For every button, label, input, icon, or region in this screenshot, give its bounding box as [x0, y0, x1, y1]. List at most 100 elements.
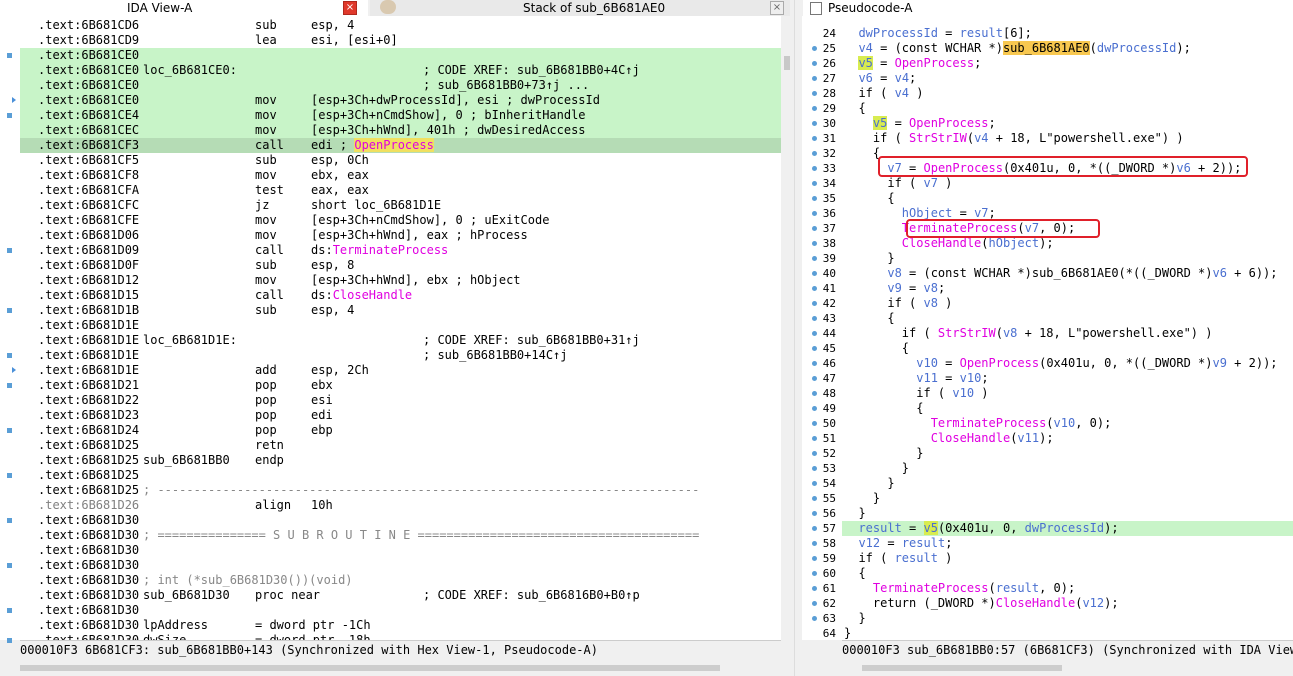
pseudocode-line[interactable]: if ( v4 )	[842, 86, 1293, 101]
pseudocode-line[interactable]: if ( StrStrIW(v4 + 18, L"powershell.exe"…	[842, 131, 1293, 146]
breakpoint-marker[interactable]	[812, 571, 817, 576]
close-icon[interactable]: ×	[770, 1, 784, 15]
breakpoint-marker[interactable]	[812, 316, 817, 321]
ida-row[interactable]: .text:6B681CE0 ; sub_6B681BB0+73↑j ...	[20, 78, 781, 93]
pseudocode-line[interactable]: {	[842, 101, 1293, 116]
ida-row[interactable]: .text:6B681D30	[20, 513, 781, 528]
pseudocode-line[interactable]: CloseHandle(hObject);	[842, 236, 1293, 251]
ida-row[interactable]: .text:6B681D21 pop ebx	[20, 378, 781, 393]
tab-ida-view[interactable]: IDA View-A ×	[0, 0, 368, 17]
pseudocode-view[interactable]: dwProcessId = result[6]; v4 = (const WCH…	[842, 16, 1293, 640]
pseudocode-line[interactable]: {	[842, 191, 1293, 206]
api-name[interactable]: CloseHandle	[333, 288, 412, 302]
scrollbar-thumb[interactable]	[862, 665, 1062, 671]
pseudocode-line[interactable]: v9 = v8;	[842, 281, 1293, 296]
pseudocode-line[interactable]: if ( StrStrIW(v8 + 18, L"powershell.exe"…	[842, 326, 1293, 341]
pseudocode-line[interactable]: {	[842, 341, 1293, 356]
pseudocode-line[interactable]: if ( result )	[842, 551, 1293, 566]
pseudocode-line[interactable]: dwProcessId = result[6];	[842, 26, 1293, 41]
ida-row[interactable]: .text:6B681D25	[20, 468, 781, 483]
ida-row[interactable]: .text:6B681CFA test eax, eax	[20, 183, 781, 198]
breakpoint-marker[interactable]	[812, 121, 817, 126]
ida-row[interactable]: .text:6B681D15 call ds:CloseHandle	[20, 288, 781, 303]
breakpoint-marker[interactable]	[812, 106, 817, 111]
breakpoint-marker[interactable]	[812, 271, 817, 276]
breakpoint-marker[interactable]	[812, 601, 817, 606]
ida-row[interactable]: .text:6B681D1E	[20, 318, 781, 333]
ida-disassembly-view[interactable]: .text:6B681CD6 sub esp, 4 .text:6B681CD9 lea…	[20, 16, 781, 640]
pseudocode-line[interactable]: result = v5(0x401u, 0, dwProcessId);	[842, 521, 1293, 536]
breakpoint-marker[interactable]	[812, 421, 817, 426]
breakpoint-marker[interactable]	[812, 166, 817, 171]
ida-row[interactable]: .text:6B681D30	[20, 603, 781, 618]
api-name[interactable]: TerminateProcess	[333, 243, 449, 257]
ida-row[interactable]: .text:6B681D25 sub_6B681BB0 endp	[20, 453, 781, 468]
ida-row[interactable]: .text:6B681D0F sub esp, 8	[20, 258, 781, 273]
tab-stack[interactable]: Stack of sub_6B681AE0 ×	[370, 0, 790, 17]
breakpoint-marker[interactable]	[7, 248, 12, 253]
ida-row[interactable]: .text:6B681CF3 call edi ; OpenProcess	[20, 138, 781, 153]
ida-horizontal-scrollbar[interactable]	[20, 660, 781, 676]
ida-row[interactable]: .text:6B681D30	[20, 558, 781, 573]
breakpoint-marker[interactable]	[812, 301, 817, 306]
breakpoint-marker[interactable]	[812, 331, 817, 336]
pseudocode-line[interactable]: v10 = OpenProcess(0x401u, 0, *((_DWORD *…	[842, 356, 1293, 371]
breakpoint-marker[interactable]	[812, 76, 817, 81]
breakpoint-marker[interactable]	[812, 151, 817, 156]
breakpoint-marker[interactable]	[812, 466, 817, 471]
close-icon[interactable]: ×	[343, 1, 357, 15]
ida-row[interactable]: .text:6B681D1E ; sub_6B681BB0+14C↑j	[20, 348, 781, 363]
ida-row[interactable]: .text:6B681D25 retn	[20, 438, 781, 453]
ida-row[interactable]: .text:6B681CEC mov [esp+3Ch+hWnd], 401h ; …	[20, 123, 781, 138]
breakpoint-marker[interactable]	[812, 406, 817, 411]
breakpoint-marker[interactable]	[7, 353, 12, 358]
pseudocode-line[interactable]: }	[842, 626, 1293, 640]
ida-row[interactable]: .text:6B681D30; int (*sub_6B681D30())(vo…	[20, 573, 781, 588]
ida-row[interactable]: .text:6B681CF8 mov ebx, eax	[20, 168, 781, 183]
breakpoint-marker[interactable]	[7, 113, 12, 118]
pseudocode-line[interactable]: {	[842, 311, 1293, 326]
ida-row[interactable]: .text:6B681CFC jz short loc_6B681D1E	[20, 198, 781, 213]
ida-row[interactable]: .text:6B681CE0	[20, 48, 781, 63]
pseudocode-line[interactable]: }	[842, 461, 1293, 476]
breakpoint-marker[interactable]	[812, 376, 817, 381]
ida-row[interactable]: .text:6B681D30	[20, 543, 781, 558]
ida-row[interactable]: .text:6B681CE0 loc_6B681CE0: ; CODE XREF: …	[20, 63, 781, 78]
ida-row[interactable]: .text:6B681D1B sub esp, 4	[20, 303, 781, 318]
scrollbar-thumb[interactable]	[784, 56, 790, 70]
breakpoint-marker[interactable]	[812, 436, 817, 441]
ida-row[interactable]: .text:6B681D06 mov [esp+3Ch+hWnd], eax ; h…	[20, 228, 781, 243]
ida-vertical-scrollbar[interactable]	[781, 16, 794, 640]
breakpoint-marker[interactable]	[7, 53, 12, 58]
ida-row[interactable]: .text:6B681D1E loc_6B681D1E: ; CODE XREF: …	[20, 333, 781, 348]
breakpoint-marker[interactable]	[7, 308, 12, 313]
breakpoint-marker[interactable]	[812, 286, 817, 291]
breakpoint-marker[interactable]	[812, 541, 817, 546]
pseudocode-line[interactable]: }	[842, 251, 1293, 266]
breakpoint-marker[interactable]	[812, 196, 817, 201]
breakpoint-marker[interactable]	[7, 473, 12, 478]
ida-row[interactable]: .text:6B681D30 dwSize = dword ptr -18h	[20, 633, 781, 640]
pseudocode-line[interactable]: v4 = (const WCHAR *)sub_6B681AE0(dwProce…	[842, 41, 1293, 56]
breakpoint-marker[interactable]	[812, 361, 817, 366]
breakpoint-marker[interactable]	[812, 511, 817, 516]
breakpoint-marker[interactable]	[812, 256, 817, 261]
breakpoint-marker[interactable]	[812, 391, 817, 396]
pseudocode-horizontal-scrollbar[interactable]	[842, 660, 1293, 676]
pseudocode-line[interactable]: {	[842, 401, 1293, 416]
breakpoint-marker[interactable]	[7, 563, 12, 568]
ida-row[interactable]: .text:6B681D23 pop edi	[20, 408, 781, 423]
pseudocode-line[interactable]: return (_DWORD *)CloseHandle(v12);	[842, 596, 1293, 611]
ida-row[interactable]: .text:6B681D26 align 10h	[20, 498, 781, 513]
ida-row[interactable]: .text:6B681D24 pop ebp	[20, 423, 781, 438]
breakpoint-marker[interactable]	[812, 556, 817, 561]
pseudocode-line[interactable]: v5 = OpenProcess;	[842, 116, 1293, 131]
ida-row[interactable]: .text:6B681D1E add esp, 2Ch	[20, 363, 781, 378]
breakpoint-marker[interactable]	[812, 616, 817, 621]
pseudocode-line[interactable]: }	[842, 491, 1293, 506]
breakpoint-marker[interactable]	[812, 586, 817, 591]
breakpoint-marker[interactable]	[812, 526, 817, 531]
pseudocode-line[interactable]: TerminateProcess(result, 0);	[842, 581, 1293, 596]
pseudocode-line[interactable]: {	[842, 566, 1293, 581]
tab-pseudocode[interactable]: Pseudocode-A	[802, 0, 1293, 17]
